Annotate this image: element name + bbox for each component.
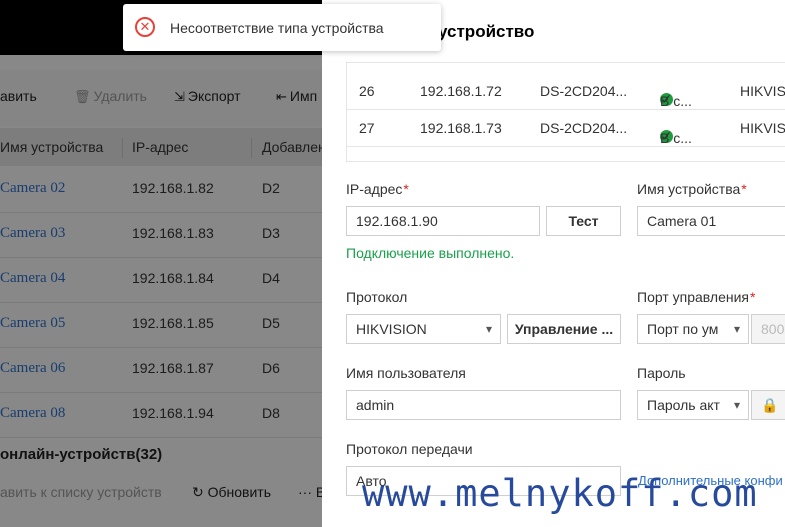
online-device-table: 26 192.168.1.72 DS-2CD204... ✓ В с... HIK… xyxy=(346,62,785,162)
device-name-input[interactable]: Camera 01 xyxy=(637,206,785,236)
chevron-down-icon: ▾ xyxy=(485,322,492,336)
toast-message: Несоответствие типа устройства xyxy=(170,20,384,36)
device-model: DS-2CD204... xyxy=(540,83,628,99)
chevron-down-icon: ▾ xyxy=(733,398,740,412)
error-icon: ✕ xyxy=(135,17,155,37)
add-device-panel: устройство 26 192.168.1.72 DS-2CD204... … xyxy=(322,0,785,527)
table-row[interactable]: 26 192.168.1.72 DS-2CD204... ✓ В с... HIK… xyxy=(347,73,785,110)
protocol-select[interactable]: HIKVISION ▾ xyxy=(346,314,501,344)
modal-backdrop[interactable] xyxy=(0,0,322,527)
protocol-label: Протокол xyxy=(346,289,408,305)
protocol-value: HIKVISION xyxy=(356,321,427,337)
password-mode-select[interactable]: Пароль акт ▾ xyxy=(637,390,749,420)
row-number: 27 xyxy=(359,120,375,136)
error-toast: ✕ Несоответствие типа устройства xyxy=(123,4,441,51)
password-mode-value: Пароль акт xyxy=(647,397,720,413)
status-text: В с... xyxy=(660,93,692,109)
password-input[interactable]: 🔒 xyxy=(751,390,785,420)
port-mode-value: Порт по ум xyxy=(647,321,719,337)
device-vendor: HIKVIS xyxy=(740,120,785,136)
device-name-label: Имя устройства* xyxy=(637,181,747,197)
status-text: В с... xyxy=(660,130,692,146)
table-row[interactable] xyxy=(347,147,785,161)
ip-label: IP-адрес* xyxy=(346,181,409,197)
panel-title: устройство xyxy=(438,22,535,41)
port-input[interactable]: 8000 xyxy=(751,314,785,344)
device-ip: 192.168.1.72 xyxy=(420,83,502,99)
username-label: Имя пользователя xyxy=(346,365,466,381)
table-row[interactable]: 27 192.168.1.73 DS-2CD204... ✓ В с... HIK… xyxy=(347,110,785,147)
row-number: 26 xyxy=(359,83,375,99)
device-vendor: HIKVIS xyxy=(740,83,785,99)
connection-success-text: Подключение выполнено. xyxy=(346,245,515,261)
chevron-down-icon: ▾ xyxy=(733,322,740,336)
manage-protocol-button[interactable]: Управление ... xyxy=(507,314,621,344)
test-button[interactable]: Тест xyxy=(546,206,621,236)
device-model: DS-2CD204... xyxy=(540,120,628,136)
username-input[interactable]: admin xyxy=(346,390,621,420)
port-label: Порт управления* xyxy=(637,289,756,305)
device-ip: 192.168.1.73 xyxy=(420,120,502,136)
port-mode-select[interactable]: Порт по ум ▾ xyxy=(637,314,749,344)
password-label: Пароль xyxy=(637,365,686,381)
lock-icon: 🔒 xyxy=(761,397,779,413)
watermark-text: www.melnykoff.com xyxy=(362,472,758,515)
ip-input[interactable]: 192.168.1.90 xyxy=(346,206,540,236)
transport-label: Протокол передачи xyxy=(346,441,473,457)
